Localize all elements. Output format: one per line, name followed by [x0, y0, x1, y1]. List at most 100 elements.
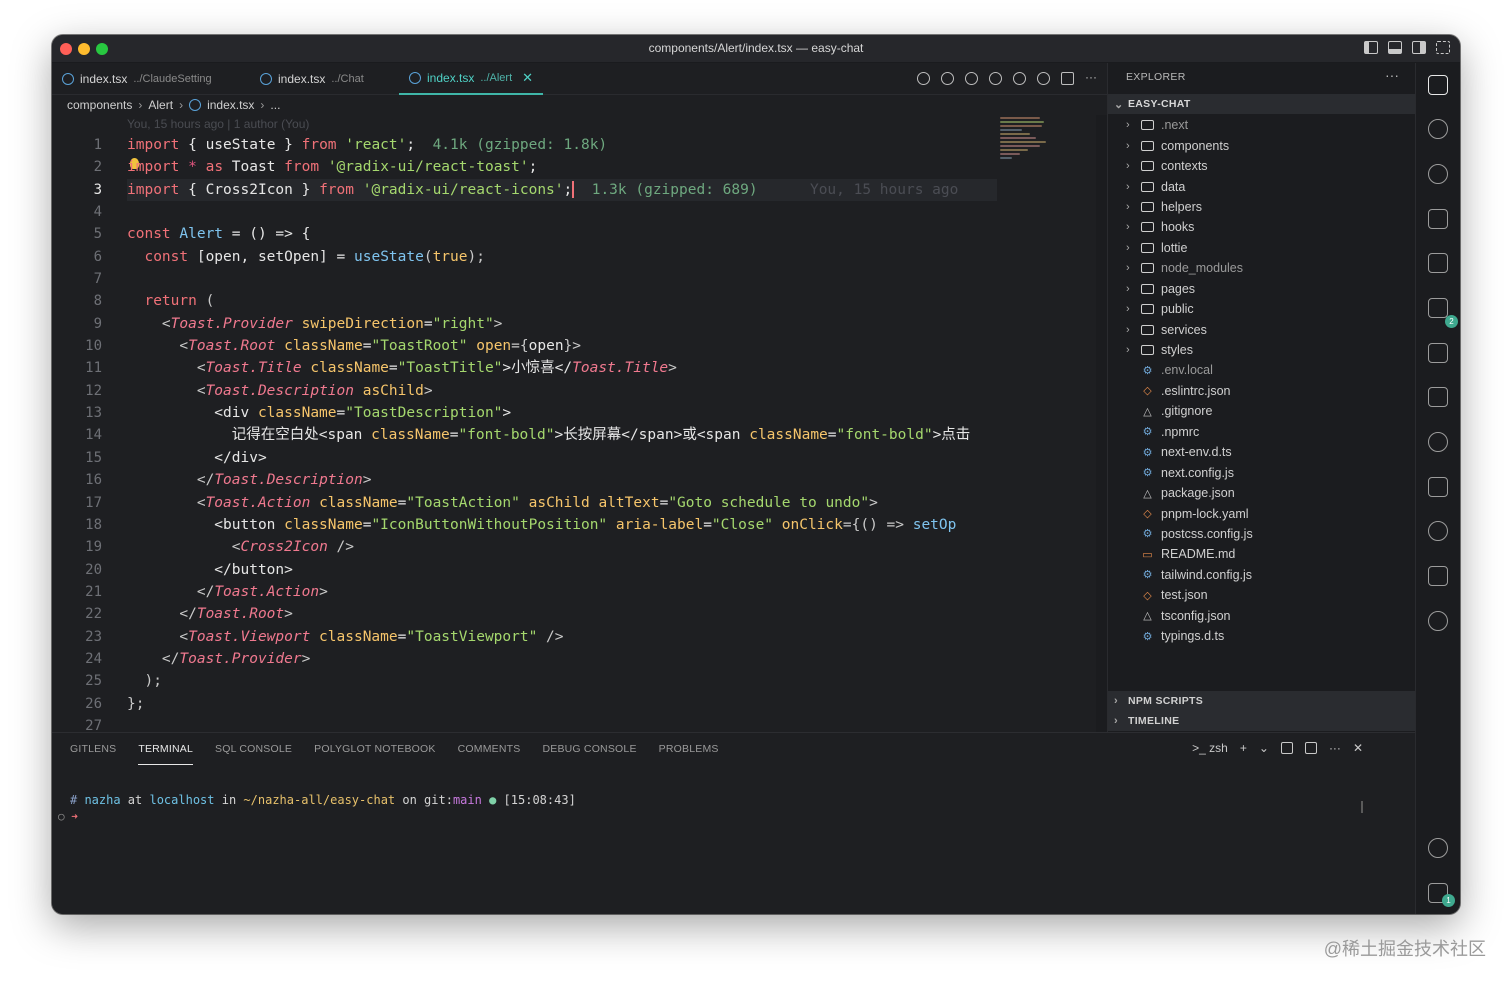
- editor-scrollbar[interactable]: [1096, 115, 1107, 732]
- split-editor-icon[interactable]: [1061, 72, 1074, 85]
- minimap[interactable]: [1000, 117, 1050, 177]
- tab-chat[interactable]: index.tsx ../Chat: [260, 63, 364, 95]
- folder-item[interactable]: › components: [1108, 135, 1416, 155]
- code-token: from: [284, 159, 320, 176]
- new-terminal-icon[interactable]: +: [1240, 741, 1247, 755]
- tab-claudesetting[interactable]: index.tsx ../ClaudeSetting: [62, 63, 212, 95]
- tab-gitlens[interactable]: GITLENS: [70, 733, 116, 765]
- toggle-secondary-sidebar-icon[interactable]: [1412, 41, 1426, 54]
- folder-item[interactable]: › services: [1108, 319, 1416, 339]
- tab-alert[interactable]: index.tsx ../Alert ✕: [399, 63, 544, 95]
- tab-sql-console[interactable]: SQL CONSOLE: [215, 733, 292, 765]
- breadcrumb-item[interactable]: ...: [270, 98, 280, 112]
- more-actions-icon[interactable]: ···: [1329, 741, 1341, 755]
- go-back-icon[interactable]: [965, 72, 978, 85]
- line-number: 21: [85, 583, 102, 600]
- file-item[interactable]: ⚙ next-env.d.ts: [1108, 442, 1416, 462]
- file-item[interactable]: ⚙ tailwind.config.js: [1108, 565, 1416, 585]
- tab-terminal[interactable]: TERMINAL: [138, 733, 194, 765]
- folder-item[interactable]: › data: [1108, 176, 1416, 196]
- close-tab-icon[interactable]: ✕: [522, 70, 533, 86]
- explorer-root-folder[interactable]: ⌄ EASY-CHAT: [1108, 94, 1416, 114]
- file-item[interactable]: ⚙ next.config.js: [1108, 462, 1416, 482]
- more-actions-icon[interactable]: ···: [1385, 67, 1399, 83]
- folder-item[interactable]: › public: [1108, 299, 1416, 319]
- remote-explorer-icon[interactable]: [1428, 253, 1448, 273]
- file-item[interactable]: △ package.json: [1108, 483, 1416, 503]
- accounts-icon[interactable]: [1428, 838, 1448, 858]
- tab-debug-console[interactable]: DEBUG CONSOLE: [542, 733, 636, 765]
- file-item[interactable]: ◇ test.json: [1108, 585, 1416, 605]
- tab-polyglot-notebook[interactable]: POLYGLOT NOTEBOOK: [314, 733, 435, 765]
- chevron-down-icon[interactable]: ⌄: [1259, 741, 1269, 755]
- folder-item[interactable]: › lottie: [1108, 238, 1416, 258]
- code-token: className: [275, 516, 363, 533]
- testing-icon[interactable]: [1428, 343, 1448, 363]
- file-item[interactable]: ⚙ postcss.config.js: [1108, 524, 1416, 544]
- timeline-section[interactable]: › TIMELINE: [1108, 711, 1416, 731]
- terminal-output[interactable]: # nazha at localhost in ~/nazha-all/easy…: [70, 793, 576, 807]
- blame-annotation[interactable]: You, 15 hours ago | 1 author (You): [127, 117, 309, 131]
- code-token: import: [127, 137, 180, 153]
- code-editor[interactable]: You, 15 hours ago | 1 author (You) 12345…: [52, 115, 1107, 732]
- breadcrumb-item[interactable]: Alert: [148, 98, 173, 112]
- npm-scripts-section[interactable]: › NPM SCRIPTS: [1108, 691, 1416, 711]
- toggle-panel-icon[interactable]: [1388, 41, 1402, 54]
- explorer-icon[interactable]: [1428, 75, 1448, 95]
- file-item[interactable]: ⚙ .npmrc: [1108, 422, 1416, 442]
- gitlens-icon[interactable]: [1037, 72, 1050, 85]
- file-item[interactable]: ◇ pnpm-lock.yaml: [1108, 503, 1416, 523]
- compare-icon[interactable]: [989, 72, 1002, 85]
- code-token: "ToastTitle": [397, 360, 503, 377]
- breadcrumb: components › Alert › index.tsx › ...: [67, 96, 280, 114]
- close-panel-icon[interactable]: ✕: [1353, 741, 1363, 755]
- terminal-scrollbar[interactable]: [1361, 801, 1363, 813]
- folder-item[interactable]: › styles: [1108, 340, 1416, 360]
- toggle-primary-sidebar-icon[interactable]: [1364, 41, 1378, 54]
- folder-item[interactable]: › contexts: [1108, 156, 1416, 176]
- folder-item[interactable]: › .next: [1108, 115, 1416, 135]
- code-token: =: [388, 360, 398, 377]
- tab-comments[interactable]: COMMENTS: [458, 733, 521, 765]
- gitlens-icon[interactable]: [1428, 432, 1448, 452]
- chevron-down-icon: ⌄: [1114, 98, 1124, 111]
- file-item[interactable]: ▭ README.md: [1108, 544, 1416, 564]
- terminal-prompt-line[interactable]: ○ ➜: [58, 810, 78, 823]
- more-actions-icon[interactable]: ···: [1085, 71, 1097, 85]
- code-token: Toast.Title: [572, 360, 669, 377]
- notes-icon[interactable]: [1428, 566, 1448, 586]
- yaml-file-icon: ◇: [1143, 508, 1152, 521]
- go-forward-icon[interactable]: [1013, 72, 1026, 85]
- folder-item[interactable]: › node_modules: [1108, 258, 1416, 278]
- code-token: open: [528, 338, 564, 355]
- terminal-shell-selector[interactable]: >_ zsh: [1192, 741, 1228, 755]
- file-item[interactable]: △ tsconfig.json: [1108, 606, 1416, 626]
- search-icon[interactable]: [1428, 119, 1448, 139]
- kill-terminal-icon[interactable]: [1304, 742, 1317, 754]
- file-item[interactable]: ⚙ .env.local: [1108, 360, 1416, 380]
- file-item[interactable]: ◇ .eslintrc.json: [1108, 381, 1416, 401]
- tab-problems[interactable]: PROBLEMS: [659, 733, 719, 765]
- extension-pack-icon[interactable]: [1428, 611, 1448, 631]
- docker-icon[interactable]: [1428, 477, 1448, 497]
- database-icon[interactable]: [1428, 521, 1448, 541]
- run-icon[interactable]: [917, 72, 930, 85]
- folder-item[interactable]: › helpers: [1108, 197, 1416, 217]
- timeline-icon[interactable]: [941, 72, 954, 85]
- file-item[interactable]: △ .gitignore: [1108, 401, 1416, 421]
- prompt-arrow-icon: ➜: [71, 810, 78, 823]
- file-item[interactable]: ⚙ typings.d.ts: [1108, 626, 1416, 646]
- breadcrumb-item[interactable]: index.tsx: [207, 98, 254, 112]
- notebook-icon[interactable]: [1428, 387, 1448, 407]
- code-token: Alert: [179, 226, 224, 243]
- split-terminal-icon[interactable]: [1280, 742, 1293, 754]
- customize-layout-icon[interactable]: [1436, 41, 1450, 54]
- folder-item[interactable]: › pages: [1108, 279, 1416, 299]
- source-control-icon[interactable]: [1428, 164, 1448, 184]
- run-debug-icon[interactable]: [1428, 209, 1448, 229]
- chevron-right-icon: ›: [1114, 695, 1118, 707]
- breadcrumb-item[interactable]: components: [67, 98, 132, 112]
- extensions-icon[interactable]: [1428, 298, 1448, 318]
- folder-item[interactable]: › hooks: [1108, 217, 1416, 237]
- code-token: { Cross2Icon }: [179, 181, 320, 198]
